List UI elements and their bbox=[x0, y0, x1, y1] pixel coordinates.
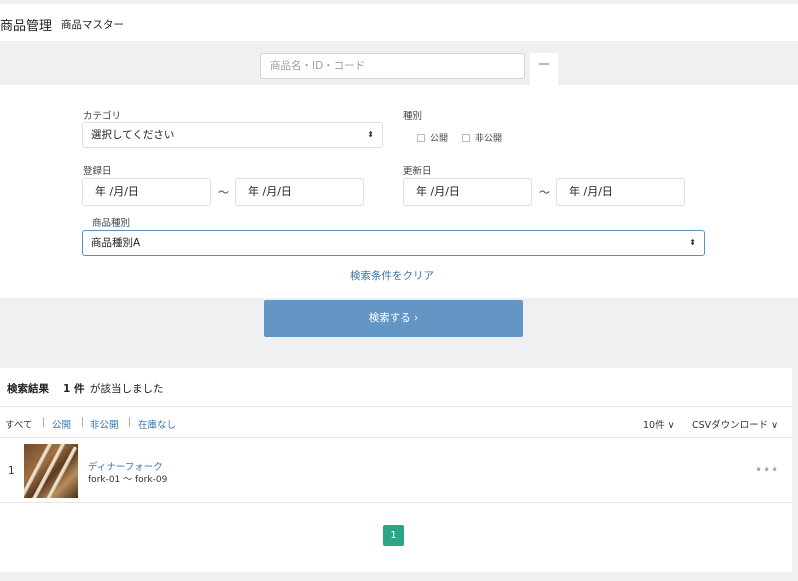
results-suffix: が該当しました bbox=[90, 383, 164, 395]
checkbox-icon bbox=[462, 134, 470, 142]
page-subtitle: 商品マスター bbox=[61, 19, 124, 31]
category-select-value: 選択してください bbox=[91, 129, 175, 141]
tab-private[interactable]: 非公開 bbox=[90, 417, 119, 431]
updated-date-to[interactable]: 年 /月/日 bbox=[556, 178, 685, 206]
checkbox-icon bbox=[417, 134, 425, 142]
product-thumbnail[interactable] bbox=[24, 444, 78, 498]
results-section: 検索結果 1 件 が該当しました すべて | 公開 | 非公開 | 在庫なし 1… bbox=[0, 368, 792, 572]
product-code: fork-01 ～ fork-09 bbox=[88, 475, 168, 485]
per-page-dropdown[interactable]: 10件 ∨ bbox=[643, 417, 675, 431]
select-arrows-icon: ⬍ bbox=[689, 238, 696, 247]
tab-all[interactable]: すべて bbox=[5, 417, 32, 431]
type-label: 種別 bbox=[403, 111, 423, 122]
collapse-filter-button[interactable] bbox=[530, 53, 558, 85]
date-range-separator: 〜 bbox=[218, 186, 229, 199]
more-options-icon[interactable]: ••• bbox=[755, 463, 779, 477]
date-range-separator: 〜 bbox=[539, 186, 550, 199]
results-header: 検索結果 1 件 が該当しました bbox=[0, 368, 792, 407]
category-label: カテゴリ bbox=[83, 111, 122, 122]
tab-separator: | bbox=[128, 417, 132, 428]
keyword-search-input[interactable] bbox=[260, 53, 525, 79]
product-type-select-value: 商品種別A bbox=[91, 237, 141, 249]
type-private-label: 非公開 bbox=[475, 134, 503, 144]
results-count: 1 件 bbox=[63, 383, 85, 395]
tab-no-stock[interactable]: 在庫なし bbox=[138, 417, 176, 431]
type-private-checkbox[interactable]: 非公開 bbox=[462, 131, 502, 144]
filter-panel: カテゴリ 選択してください ⬍ 種別 公開 非公開 登録日 年 /月/日 〜 年… bbox=[0, 85, 798, 298]
product-name-link[interactable]: ディナーフォーク bbox=[88, 459, 163, 473]
search-button[interactable]: 検索する › bbox=[264, 300, 523, 337]
clear-conditions-link[interactable]: 検索条件をクリア bbox=[350, 268, 434, 283]
type-public-label: 公開 bbox=[430, 134, 449, 144]
tab-public[interactable]: 公開 bbox=[52, 417, 71, 431]
top-header: 商品管理 商品マスター bbox=[0, 4, 798, 41]
category-select[interactable]: 選択してください ⬍ bbox=[82, 122, 383, 148]
type-public-checkbox[interactable]: 公開 bbox=[417, 131, 448, 144]
product-type-select[interactable]: 商品種別A ⬍ bbox=[82, 230, 705, 256]
updated-date-label: 更新日 bbox=[403, 166, 432, 177]
table-row: 1 ディナーフォーク fork-01 ～ fork-09 ••• bbox=[0, 439, 792, 503]
registered-date-from[interactable]: 年 /月/日 bbox=[82, 178, 211, 206]
results-filter-row: すべて | 公開 | 非公開 | 在庫なし 10件 ∨ CSVダウンロード ∨ bbox=[0, 408, 792, 438]
product-type-label: 商品種別 bbox=[92, 218, 131, 229]
page-title: 商品管理 bbox=[0, 19, 53, 34]
updated-date-from[interactable]: 年 /月/日 bbox=[403, 178, 532, 206]
row-index: 1 bbox=[8, 465, 15, 477]
tab-separator: | bbox=[42, 417, 46, 428]
csv-download-dropdown[interactable]: CSVダウンロード ∨ bbox=[692, 417, 778, 431]
keyword-search-bar bbox=[0, 41, 798, 85]
registered-date-label: 登録日 bbox=[83, 166, 112, 177]
minus-icon bbox=[539, 63, 549, 65]
tab-separator: | bbox=[81, 417, 85, 428]
registered-date-to[interactable]: 年 /月/日 bbox=[235, 178, 364, 206]
pagination-page-1[interactable]: 1 bbox=[383, 525, 404, 546]
select-arrows-icon: ⬍ bbox=[367, 130, 374, 139]
results-title: 検索結果 bbox=[7, 383, 49, 395]
